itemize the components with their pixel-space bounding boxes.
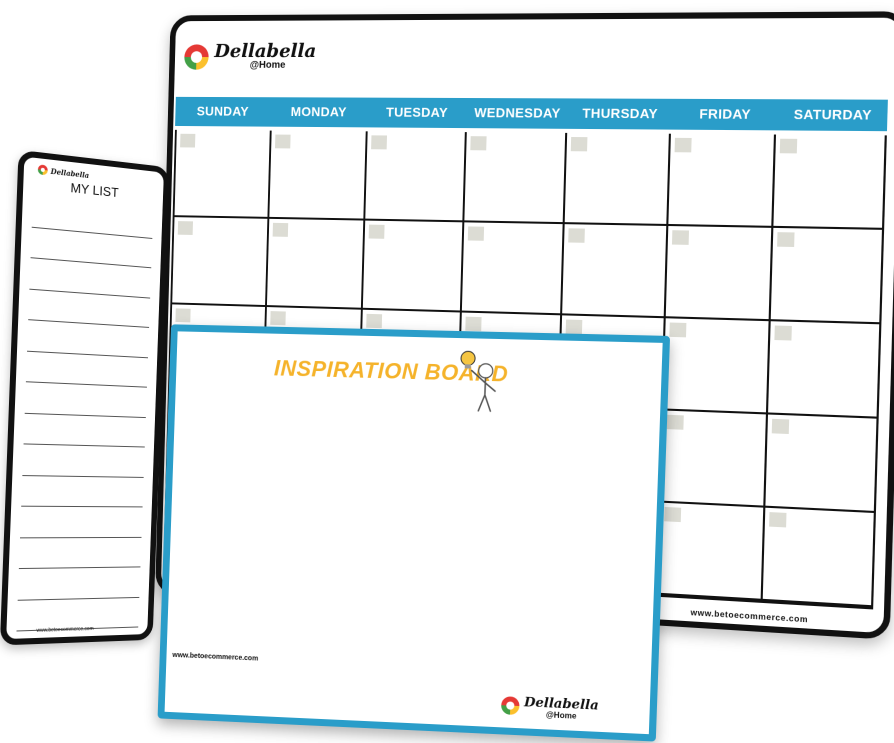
date-box xyxy=(366,313,383,329)
calendar-brand-logo: Dellabella @Home xyxy=(184,40,317,71)
date-box xyxy=(571,136,588,152)
calendar-day-cell xyxy=(365,131,467,223)
date-box xyxy=(774,325,793,341)
day-monday: MONDAY xyxy=(290,104,348,120)
dellabella-ring-icon xyxy=(501,696,521,716)
date-box xyxy=(666,414,684,430)
date-box xyxy=(177,221,194,235)
calendar-day-cell xyxy=(562,224,669,319)
date-box xyxy=(772,418,790,435)
day-wednesday: WEDNESDAY xyxy=(474,105,561,121)
calendar-day-cell xyxy=(174,129,272,219)
list-line xyxy=(18,537,142,570)
list-line xyxy=(20,506,143,538)
date-box xyxy=(272,222,288,237)
brand-sub: @Home xyxy=(249,59,286,71)
date-box xyxy=(467,226,484,241)
calendar-day-cell xyxy=(763,507,874,608)
date-box xyxy=(663,506,681,523)
list-line xyxy=(23,413,146,448)
date-box xyxy=(565,319,583,335)
day-tuesday: TUESDAY xyxy=(385,104,449,120)
date-box xyxy=(769,512,787,528)
date-box xyxy=(464,316,482,332)
date-box xyxy=(368,224,385,239)
date-box xyxy=(274,134,291,149)
date-box xyxy=(780,138,798,154)
lightbulb-figure-icon xyxy=(456,348,505,419)
calendar-day-cell xyxy=(172,217,269,308)
calendar-day-cell xyxy=(662,318,772,415)
calendar-day-cell xyxy=(657,502,766,601)
day-friday: FRIDAY xyxy=(699,106,752,122)
date-box xyxy=(180,133,196,148)
list-line xyxy=(24,382,147,418)
inspiration-url: www.betoecommerce.com xyxy=(172,651,259,663)
calendar-day-cell xyxy=(773,134,885,230)
calendar-day-cell xyxy=(771,227,882,325)
day-sunday: SUNDAY xyxy=(196,103,250,119)
inspiration-board: INSPIRATION BOARD www.betoecommerce.com … xyxy=(157,324,671,742)
calendar-day-cell xyxy=(564,132,671,227)
dellabella-ring-icon xyxy=(184,43,209,70)
calendar-day-cell xyxy=(268,130,368,221)
day-saturday: SATURDAY xyxy=(793,106,873,123)
date-box xyxy=(568,228,586,243)
date-box xyxy=(175,308,191,323)
calendar-day-cell xyxy=(668,133,777,228)
dellabella-ring-icon xyxy=(37,164,48,176)
date-box xyxy=(669,322,687,338)
calendar-day-cell xyxy=(768,321,880,419)
calendar-day-cell xyxy=(660,410,769,508)
list-line xyxy=(17,567,141,601)
date-box xyxy=(674,137,692,153)
list-board: Dellabella MY LIST www.betoecommerce.com xyxy=(0,149,170,646)
list-lines xyxy=(16,196,154,632)
list-line xyxy=(21,475,144,508)
day-thursday: THURSDAY xyxy=(582,105,659,122)
inspiration-brand-logo: Dellabella @Home xyxy=(501,693,599,722)
date-box xyxy=(371,135,388,150)
calendar-day-cell xyxy=(362,220,465,313)
date-box xyxy=(777,232,795,248)
calendar-day-cell xyxy=(266,218,366,310)
date-box xyxy=(671,230,689,245)
calendar-url: www.betoecommerce.com xyxy=(690,607,809,625)
calendar-day-cell xyxy=(765,414,877,513)
calendar-day-cell xyxy=(665,226,774,322)
list-url: www.betoecommerce.com xyxy=(36,625,94,634)
weekday-header-band: SUNDAY MONDAY TUESDAY WEDNESDAY THURSDAY… xyxy=(175,96,888,132)
brand-name: Dellabella xyxy=(214,40,317,62)
list-line xyxy=(22,444,145,478)
calendar-day-cell xyxy=(461,222,565,316)
date-box xyxy=(469,136,487,151)
calendar-day-cell xyxy=(464,132,568,225)
date-box xyxy=(269,311,286,326)
